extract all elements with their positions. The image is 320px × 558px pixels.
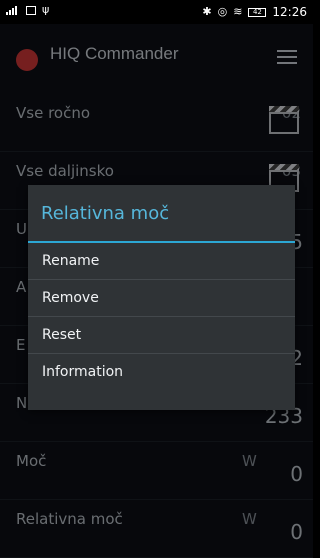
menu-item-label: Information bbox=[42, 364, 124, 380]
usb-icon: ψ bbox=[42, 3, 50, 16]
status-left: ψ bbox=[6, 3, 50, 16]
information-menu-item[interactable]: Information bbox=[28, 354, 295, 391]
signal-icon bbox=[6, 5, 20, 15]
rename-menu-item[interactable]: Rename bbox=[28, 243, 295, 280]
menu-item-label: Reset bbox=[42, 327, 82, 343]
menu-item-label: Rename bbox=[42, 253, 100, 269]
status-bar: ψ ✱ ◎ ≋ 42 12:26 bbox=[0, 0, 313, 24]
status-right: ✱ ◎ ≋ 42 12:26 bbox=[202, 5, 307, 19]
menu-item-label: Remove bbox=[42, 290, 99, 306]
context-menu-dialog: Relativna moč Rename Remove Reset Inform… bbox=[28, 185, 295, 410]
reset-menu-item[interactable]: Reset bbox=[28, 317, 295, 354]
dialog-title: Relativna moč bbox=[41, 203, 170, 224]
wifi-icon: ≋ bbox=[233, 5, 243, 18]
image-icon bbox=[26, 5, 36, 15]
alarm-icon: ◎ bbox=[217, 5, 228, 18]
battery-icon: 42 bbox=[248, 7, 267, 17]
bluetooth-icon: ✱ bbox=[202, 5, 212, 18]
status-time: 12:26 bbox=[272, 5, 307, 19]
remove-menu-item[interactable]: Remove bbox=[28, 280, 295, 317]
